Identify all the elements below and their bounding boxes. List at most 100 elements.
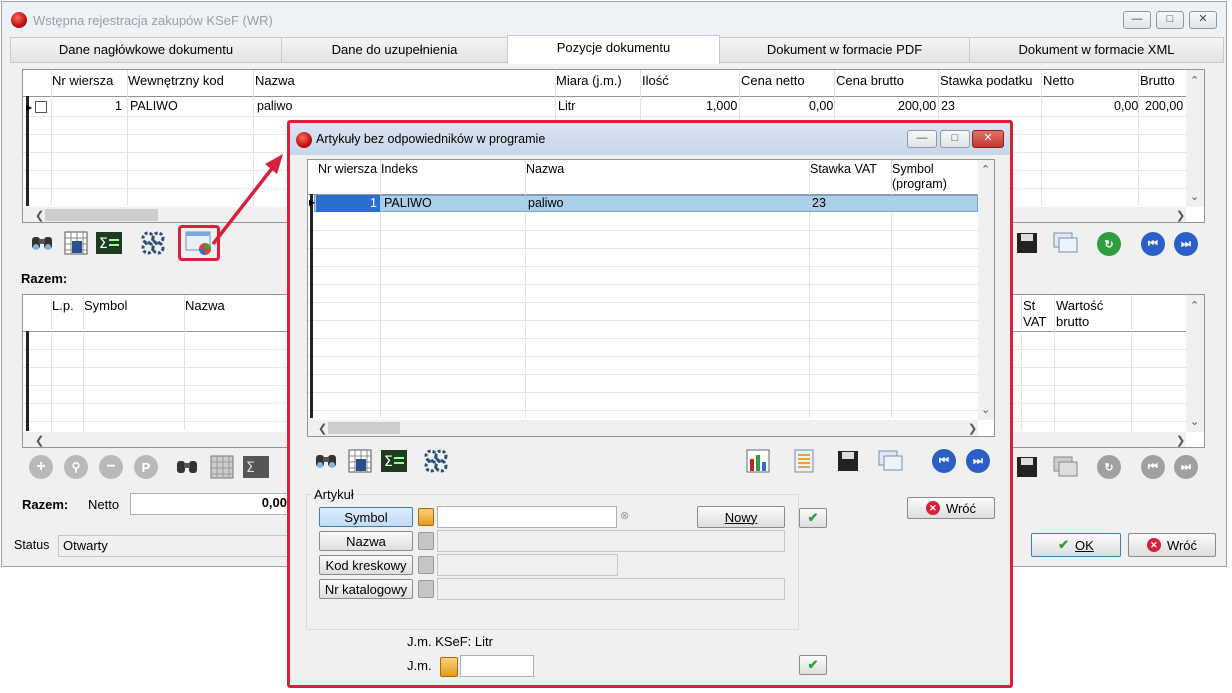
sum-icon-2[interactable]: Σ <box>243 454 269 480</box>
confirm-jm-check-icon[interactable]: ✔ <box>799 655 827 675</box>
tab-naglowek[interactable]: Dane nagłówkowe dokumentu <box>10 37 282 63</box>
save-icon-2[interactable] <box>1014 454 1040 480</box>
col-cena-brutto[interactable]: Cena brutto <box>836 73 904 88</box>
search-item-icon[interactable]: ⚲ <box>64 455 88 479</box>
jm-lookup-icon[interactable] <box>440 657 458 677</box>
remove-icon[interactable]: − <box>99 455 123 479</box>
kod-kreskowy-button[interactable]: Kod kreskowy <box>319 555 413 575</box>
col-ilosc[interactable]: Ilość <box>642 73 669 88</box>
symbol-input[interactable] <box>437 506 617 528</box>
last-record-icon[interactable]: ⏭ <box>1174 232 1198 256</box>
tab-xml[interactable]: Dokument w formacie XML <box>969 37 1224 63</box>
cancel-icon: ✕ <box>1146 538 1161 552</box>
row-checkbox[interactable] <box>35 101 47 113</box>
gears-icon[interactable] <box>140 230 166 256</box>
dialog-title: Artykuły bez odpowiedników w programie <box>316 132 546 146</box>
dcol-stawka[interactable]: Stawka VAT <box>810 162 877 176</box>
col-nazwa[interactable]: Nazwa <box>255 73 295 88</box>
first-record-icon[interactable]: ⏮ <box>1141 232 1165 256</box>
jm-input[interactable] <box>460 655 534 677</box>
nazwa-button[interactable]: Nazwa <box>319 531 413 551</box>
col-kod[interactable]: Wewnętrzny kod <box>128 73 224 88</box>
v-scrollbar-sum[interactable] <box>1186 295 1204 432</box>
dcol-symbol[interactable]: Symbol (program) <box>892 162 958 192</box>
close-icon[interactable]: ✕ <box>1189 11 1217 29</box>
tab-uzupelnienie[interactable]: Dane do uzupełnienia <box>281 37 508 63</box>
dialog-wroc-button[interactable]: ✕ Wróć <box>907 497 995 519</box>
dialog-first-icon[interactable]: ⏮ <box>932 449 956 473</box>
symbol-lookup-icon[interactable] <box>418 508 434 526</box>
col-netto[interactable]: Netto <box>1043 73 1074 88</box>
nazwa-lookup-icon[interactable] <box>418 532 434 550</box>
bottom-razem-label: Razem: <box>22 497 69 512</box>
maximize-icon[interactable]: □ <box>1156 11 1184 29</box>
dialog-h-scrollbar[interactable] <box>308 420 978 436</box>
netto-label: Netto <box>88 497 120 512</box>
table-filter-icon[interactable] <box>63 230 89 256</box>
dialog-h-thumb[interactable] <box>328 422 400 434</box>
last-record-icon-2[interactable]: ⏭ <box>1174 455 1198 479</box>
binoculars-icon[interactable] <box>29 230 55 256</box>
nazwa-input[interactable] <box>437 530 785 552</box>
dialog-maximize-icon[interactable]: □ <box>940 130 970 148</box>
refresh-icon-2[interactable]: ↻ <box>1097 455 1121 479</box>
dialog-sum-icon[interactable]: Σ <box>381 448 407 474</box>
jm-ksef-label: J.m. KSeF: Litr <box>407 634 493 649</box>
dialog-close-icon[interactable]: ✕ <box>972 130 1004 148</box>
chart-icon[interactable] <box>745 448 771 474</box>
wroc-label: Wróć <box>1166 537 1198 553</box>
refresh-icon[interactable]: ↻ <box>1097 232 1121 256</box>
symbol-button[interactable]: Symbol <box>319 507 413 527</box>
table-filter-icon-2[interactable] <box>209 454 235 480</box>
dialog-minimize-icon[interactable]: — <box>907 130 937 148</box>
first-record-icon-2[interactable]: ⏮ <box>1141 455 1165 479</box>
col-nazwa-sum[interactable]: Nazwa <box>185 298 225 313</box>
confirm-symbol-check-icon[interactable]: ✔ <box>799 508 827 528</box>
dialog-windows-icon[interactable] <box>878 448 904 474</box>
ok-button[interactable]: ✔ OK <box>1031 533 1121 557</box>
dialog-v-scrollbar[interactable] <box>978 160 994 420</box>
spreadsheet-icon[interactable] <box>791 448 817 474</box>
h-scroll-thumb[interactable] <box>45 209 158 221</box>
minimize-icon[interactable]: — <box>1123 11 1151 29</box>
nr-kat-lookup-icon[interactable] <box>418 580 434 598</box>
col-symbol[interactable]: Symbol <box>84 298 127 313</box>
binoculars-icon-2[interactable] <box>174 454 200 480</box>
symbol-clear-icon[interactable]: ⊗ <box>620 509 640 525</box>
col-vat[interactable]: VAT <box>1023 314 1046 329</box>
dialog-grid[interactable]: Nr wiersza Indeks Nazwa Stawka VAT Symbo… <box>307 159 995 437</box>
tab-pdf[interactable]: Dokument w formacie PDF <box>719 37 970 63</box>
wroc-button[interactable]: ✕ Wróć <box>1128 533 1216 557</box>
windows-icon[interactable] <box>1053 230 1079 256</box>
p-icon[interactable]: P <box>134 455 158 479</box>
dialog-table-filter-icon[interactable] <box>347 448 373 474</box>
col-miara[interactable]: Miara (j.m.) <box>556 73 622 88</box>
kod-lookup-icon[interactable] <box>418 556 434 574</box>
dialog-gears-icon[interactable] <box>423 448 449 474</box>
nr-katalogowy-button[interactable]: Nr katalogowy <box>319 579 413 599</box>
col-cena-netto[interactable]: Cena netto <box>741 73 805 88</box>
dialog-last-icon[interactable]: ⏭ <box>966 449 990 473</box>
nowy-button[interactable]: Nowy <box>697 506 785 528</box>
col-nr-wiersza[interactable]: Nr wiersza <box>52 73 113 88</box>
sum-icon[interactable]: Σ <box>96 230 122 256</box>
dialog-titlebar: Artykuły bez odpowiedników w programie —… <box>290 123 1010 155</box>
tab-pozycje[interactable]: Pozycje dokumentu <box>507 35 720 64</box>
kod-kreskowy-input[interactable] <box>437 554 618 576</box>
nr-katalogowy-input[interactable] <box>437 578 785 600</box>
col-stawka[interactable]: Stawka podatku <box>940 73 1033 88</box>
col-wartosc-brutto[interactable]: Wartość brutto <box>1056 298 1132 330</box>
col-brutto[interactable]: Brutto <box>1140 73 1175 88</box>
col-lp[interactable]: L.p. <box>52 298 74 313</box>
save-icon[interactable] <box>1014 230 1040 256</box>
dcol-nazwa[interactable]: Nazwa <box>526 162 564 176</box>
status-field[interactable]: Otwarty <box>58 535 290 557</box>
windows-icon-2[interactable] <box>1053 454 1079 480</box>
dcol-indeks[interactable]: Indeks <box>381 162 418 176</box>
dialog-binoculars-icon[interactable] <box>313 448 339 474</box>
dcol-nr[interactable]: Nr wiersza <box>318 162 377 176</box>
add-icon[interactable]: + <box>29 455 53 479</box>
col-st[interactable]: St <box>1023 298 1035 313</box>
v-scrollbar[interactable] <box>1186 70 1204 207</box>
dialog-save-icon[interactable] <box>835 448 861 474</box>
